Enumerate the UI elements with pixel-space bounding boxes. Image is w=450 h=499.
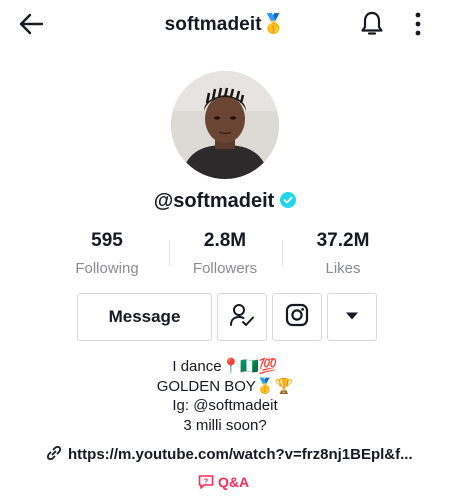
friends-button[interactable] — [217, 293, 267, 341]
instagram-icon — [285, 303, 309, 332]
bell-icon[interactable] — [360, 11, 384, 37]
link-icon — [46, 445, 68, 463]
bio: I dance📍🇳🇬💯 GOLDEN BOY🥇🏆 Ig: @softmadeit… — [0, 357, 450, 435]
likes-count: 37.2M — [316, 230, 370, 251]
bio-link[interactable]: https://m.youtube.com/watch?v=frz8nj1BEp… — [46, 445, 413, 463]
avatar[interactable] — [171, 71, 279, 179]
bio-line: Ig: @softmadeit — [172, 397, 278, 414]
following-label: Following — [75, 260, 139, 277]
likes-label: Likes — [325, 260, 361, 277]
more-options-icon[interactable] — [412, 11, 424, 37]
qa-button[interactable]: ? Q&A — [198, 474, 249, 490]
qa-icon: ? — [198, 474, 218, 490]
followers-count: 2.8M — [203, 230, 247, 251]
stat-following[interactable]: 595 Following — [52, 230, 162, 277]
svg-text:?: ? — [204, 476, 209, 485]
following-count: 595 — [91, 230, 123, 251]
bio-line: GOLDEN BOY🥇🏆 — [156, 377, 294, 395]
message-button[interactable]: Message — [77, 293, 212, 341]
bio-link-text: https://m.youtube.com/watch?v=frz8nj1BEp… — [68, 446, 413, 463]
caret-down-icon — [345, 308, 359, 326]
stat-followers[interactable]: 2.8M Followers — [170, 230, 280, 277]
instagram-button[interactable] — [272, 293, 322, 341]
bio-line: 3 milli soon? — [183, 416, 267, 434]
username: @softmadeit — [153, 190, 275, 212]
bio-line: I dance📍🇳🇬💯 — [172, 358, 278, 375]
stat-divider — [282, 240, 283, 266]
stats-row: 595 Following 2.8M Followers 37.2M Likes — [52, 230, 398, 280]
more-dropdown-button[interactable] — [327, 293, 377, 341]
verified-badge-icon — [280, 191, 297, 214]
qa-label: Q&A — [218, 474, 250, 490]
username-row: @softmadeit — [0, 190, 450, 214]
top-bar: softmadeit🥇 — [0, 0, 450, 48]
followers-label: Followers — [192, 260, 258, 277]
stat-likes[interactable]: 37.2M Likes — [288, 230, 398, 277]
user-check-icon — [229, 302, 255, 333]
